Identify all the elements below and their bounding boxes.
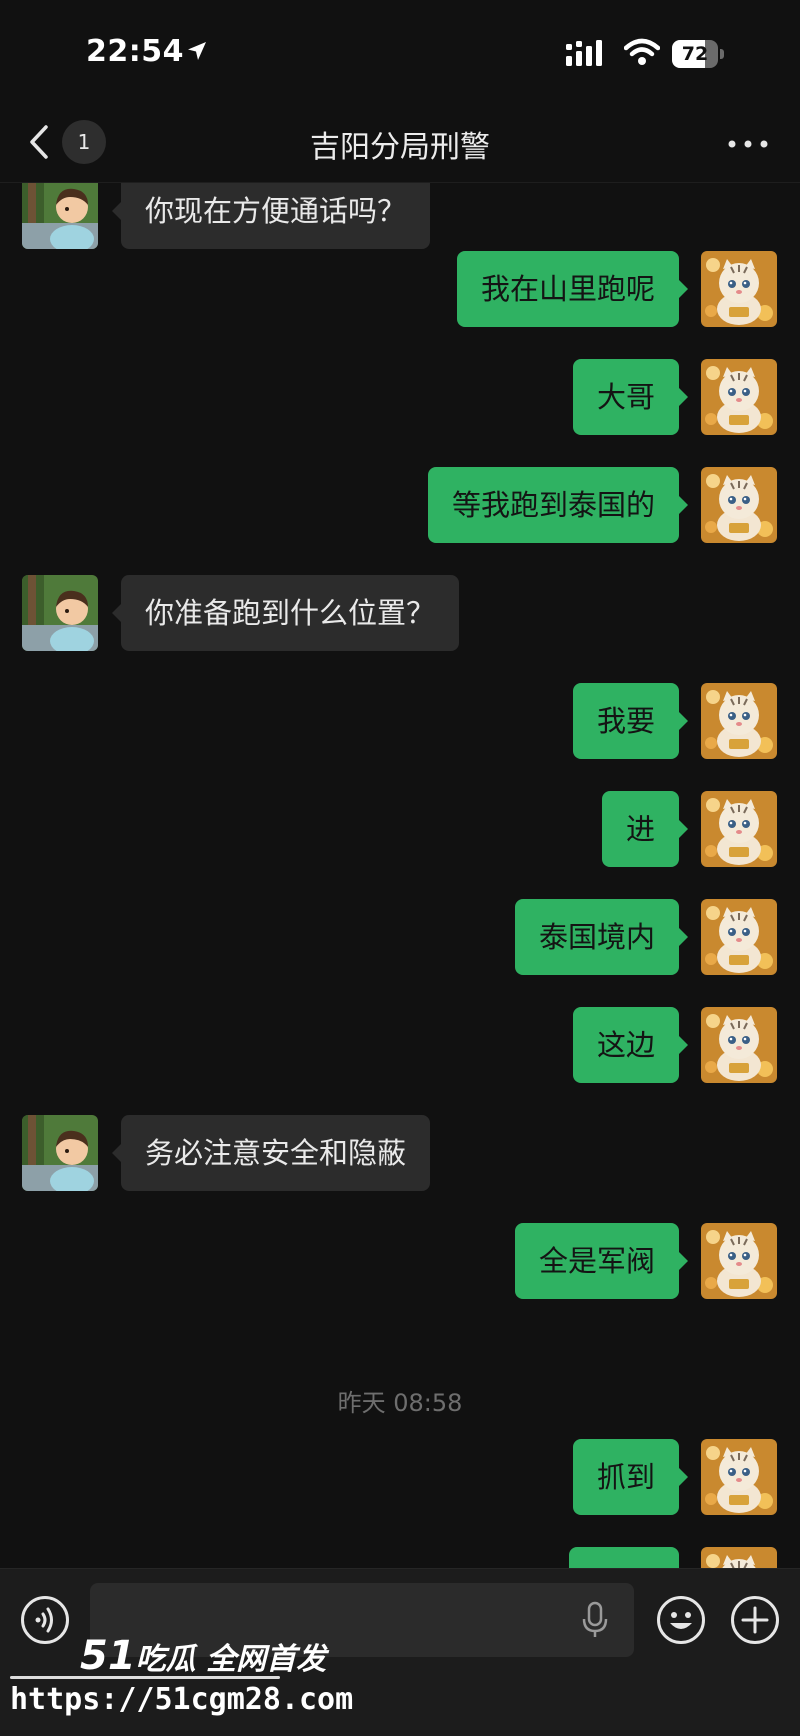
contact-avatar[interactable] bbox=[22, 183, 98, 249]
outgoing-message: 进 bbox=[0, 791, 800, 871]
chat-header: 1 吉阳分局刑警 bbox=[0, 100, 800, 183]
my-avatar[interactable] bbox=[701, 359, 777, 435]
message-bubble[interactable]: 泰国境内 bbox=[514, 899, 689, 975]
microphone-icon[interactable] bbox=[582, 1601, 608, 1643]
watermark-logo-text: 吃瓜 全网首发 bbox=[135, 1642, 327, 1677]
more-actions-button[interactable] bbox=[730, 1595, 780, 1645]
watermark-url: https://51cgm28.com bbox=[10, 1682, 354, 1717]
outgoing-message: 抓到 bbox=[0, 1439, 800, 1519]
message-bubble[interactable]: 进 bbox=[601, 791, 689, 867]
outgoing-message: 大哥 bbox=[0, 359, 800, 439]
unread-count-badge: 1 bbox=[62, 120, 106, 164]
watermark-logo-number: 51 bbox=[80, 1633, 136, 1679]
battery-indicator: 72 bbox=[672, 40, 724, 68]
emoji-button[interactable] bbox=[656, 1595, 706, 1645]
message-bubble[interactable]: 你准备跑到什么位置？ bbox=[111, 575, 460, 651]
my-avatar[interactable] bbox=[701, 683, 777, 759]
chat-title: 吉阳分局刑警 bbox=[310, 130, 490, 165]
incoming-message: 你现在方便通话吗？ bbox=[0, 183, 800, 253]
more-options-button[interactable] bbox=[726, 136, 770, 150]
outgoing-message: 这边 bbox=[0, 1007, 800, 1087]
outgoing-message: 全是军阀 bbox=[0, 1223, 800, 1303]
outgoing-message: 泰国境内 bbox=[0, 899, 800, 979]
my-avatar[interactable] bbox=[701, 1439, 777, 1515]
status-bar: 22:54 72 bbox=[0, 0, 800, 100]
my-avatar[interactable] bbox=[701, 1223, 777, 1299]
outgoing-message: 我要 bbox=[0, 683, 800, 763]
outgoing-message bbox=[0, 1547, 800, 1568]
my-avatar[interactable] bbox=[701, 791, 777, 867]
voice-input-button[interactable] bbox=[20, 1595, 70, 1645]
message-bubble[interactable]: 抓到 bbox=[572, 1439, 689, 1515]
message-bubble[interactable]: 这边 bbox=[572, 1007, 689, 1083]
chevron-left-icon bbox=[28, 124, 50, 164]
outgoing-message: 我在山里跑呢 bbox=[0, 251, 800, 331]
wifi-icon bbox=[623, 38, 661, 70]
incoming-message: 务必注意安全和隐蔽 bbox=[0, 1115, 800, 1195]
message-bubble[interactable] bbox=[569, 1547, 679, 1568]
incoming-message: 你准备跑到什么位置？ bbox=[0, 575, 800, 655]
outgoing-message: 等我跑到泰国的 bbox=[0, 467, 800, 547]
message-bubble[interactable]: 等我跑到泰国的 bbox=[427, 467, 689, 543]
contact-avatar[interactable] bbox=[22, 575, 98, 651]
more-dots-icon bbox=[728, 140, 768, 148]
plus-icon bbox=[731, 1596, 779, 1644]
message-bubble[interactable]: 你现在方便通话吗？ bbox=[111, 183, 431, 249]
message-bubble[interactable]: 我在山里跑呢 bbox=[456, 251, 689, 327]
status-time: 22:54 bbox=[86, 34, 184, 69]
my-avatar[interactable] bbox=[701, 1007, 777, 1083]
my-avatar[interactable] bbox=[701, 899, 777, 975]
cellular-signal-icon bbox=[566, 40, 610, 70]
chat-screen: 22:54 72 1 吉阳分局刑警 昨天 08:58 你现在方便通话吗？ 我在山… bbox=[0, 0, 800, 1736]
smiley-icon bbox=[657, 1596, 705, 1644]
message-bubble[interactable]: 务必注意安全和隐蔽 bbox=[111, 1115, 431, 1191]
back-button[interactable]: 1 bbox=[24, 120, 114, 164]
location-arrow-icon bbox=[186, 40, 208, 66]
my-avatar[interactable] bbox=[701, 467, 777, 543]
my-avatar[interactable] bbox=[701, 251, 777, 327]
watermark-logo: 51吃瓜 全网首发 bbox=[80, 1633, 326, 1679]
message-bubble[interactable]: 我要 bbox=[572, 683, 689, 759]
contact-avatar[interactable] bbox=[22, 1115, 98, 1191]
battery-percent: 72 bbox=[681, 43, 709, 65]
message-bubble[interactable]: 大哥 bbox=[572, 359, 689, 435]
message-bubble[interactable]: 全是军阀 bbox=[514, 1223, 689, 1299]
message-list[interactable]: 昨天 08:58 你现在方便通话吗？ 我在山里跑呢大哥等我跑到泰国的你准备跑到什么… bbox=[0, 183, 800, 1568]
message-timestamp: 昨天 08:58 bbox=[337, 1389, 463, 1417]
voice-icon bbox=[21, 1596, 69, 1644]
my-avatar[interactable] bbox=[701, 1547, 777, 1568]
watermark-divider bbox=[10, 1676, 280, 1679]
